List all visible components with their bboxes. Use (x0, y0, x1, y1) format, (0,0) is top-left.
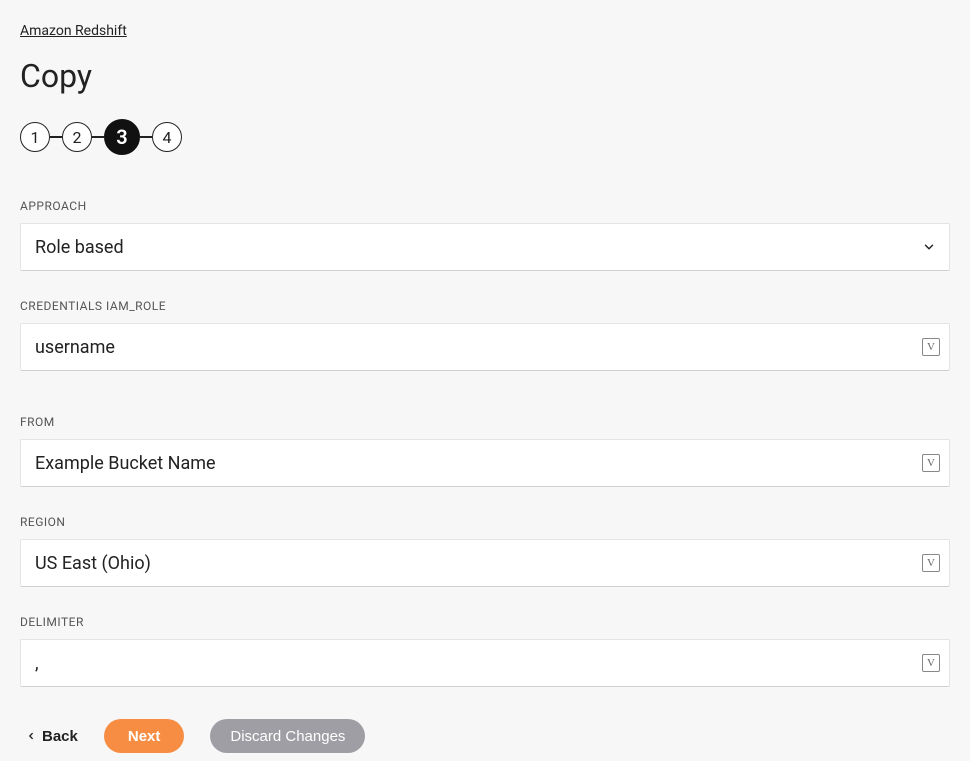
step-1[interactable]: 1 (20, 122, 50, 152)
variable-icon[interactable]: V (922, 554, 940, 572)
back-button[interactable]: Back (26, 728, 78, 745)
credentials-label: CREDENTIALS IAM_ROLE (20, 299, 950, 313)
region-input[interactable] (20, 539, 950, 587)
footer-actions: Back Next Discard Changes (20, 719, 950, 753)
approach-select[interactable]: Role based (20, 223, 950, 271)
variable-icon[interactable]: V (922, 654, 940, 672)
chevron-left-icon (26, 730, 36, 742)
step-connector (140, 136, 152, 138)
discard-button[interactable]: Discard Changes (210, 719, 365, 753)
back-button-label: Back (42, 728, 78, 745)
stepper: 1 2 3 4 (20, 119, 950, 155)
variable-icon[interactable]: V (922, 338, 940, 356)
from-label: FROM (20, 415, 950, 429)
breadcrumb-link[interactable]: Amazon Redshift (20, 23, 127, 39)
variable-icon[interactable]: V (922, 454, 940, 472)
page-title: Copy (20, 57, 950, 95)
delimiter-input[interactable] (20, 639, 950, 687)
from-input[interactable] (20, 439, 950, 487)
delimiter-label: DELIMITER (20, 615, 950, 629)
credentials-input[interactable] (20, 323, 950, 371)
step-2[interactable]: 2 (62, 122, 92, 152)
region-label: REGION (20, 515, 950, 529)
step-connector (92, 136, 104, 138)
step-4[interactable]: 4 (152, 122, 182, 152)
approach-label: APPROACH (20, 199, 950, 213)
next-button[interactable]: Next (104, 719, 185, 753)
step-3[interactable]: 3 (104, 119, 140, 155)
step-connector (50, 136, 62, 138)
